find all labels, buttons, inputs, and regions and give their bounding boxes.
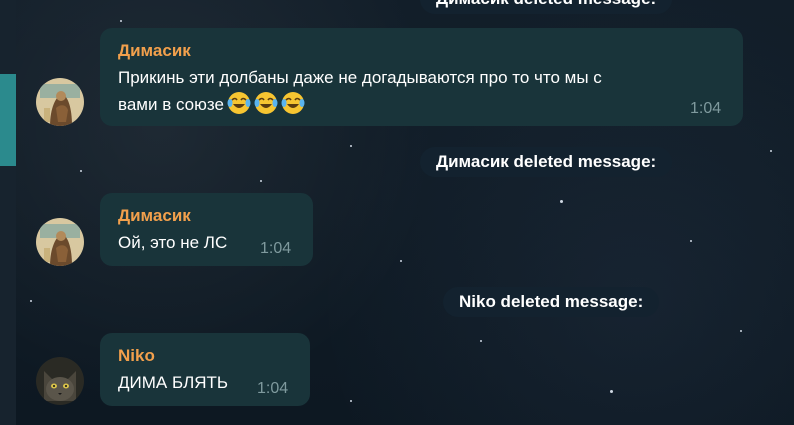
message-text: ДИМА БЛЯТЬ: [118, 373, 229, 392]
selected-chat-indicator: [0, 74, 16, 166]
dimasik-avatar[interactable]: [36, 78, 84, 126]
message-time: 1:04: [260, 240, 292, 257]
chat-list-strip: [0, 0, 16, 425]
message-bubble[interactable]: Димасик Ой, это не ЛС 1:04: [100, 193, 313, 266]
service-message-deleted: Димасик deleted message:: [420, 0, 673, 14]
dimasik-avatar[interactable]: [36, 218, 84, 266]
service-message-deleted: Димасик deleted message:: [420, 147, 673, 177]
sender-name[interactable]: Димасик: [118, 206, 191, 226]
sender-name[interactable]: Niko: [118, 346, 155, 366]
face-with-tears-of-joy-icon: [254, 91, 278, 115]
service-message-deleted: Niko deleted message:: [443, 287, 660, 317]
niko-cat-avatar[interactable]: [36, 357, 84, 405]
message-text: Прикинь эти долбаны даже не догадываются…: [118, 68, 602, 115]
message-bubble[interactable]: Niko ДИМА БЛЯТЬ 1:04: [100, 333, 310, 406]
face-with-tears-of-joy-icon: [281, 91, 305, 115]
face-with-tears-of-joy-icon: [227, 91, 251, 115]
message-time: 1:04: [257, 380, 289, 397]
message-time: 1:04: [690, 100, 722, 117]
sender-name[interactable]: Димасик: [118, 41, 191, 61]
message-text: Ой, это не ЛС: [118, 233, 228, 252]
message-bubble[interactable]: Димасик Прикинь эти долбаны даже не дога…: [100, 28, 743, 126]
